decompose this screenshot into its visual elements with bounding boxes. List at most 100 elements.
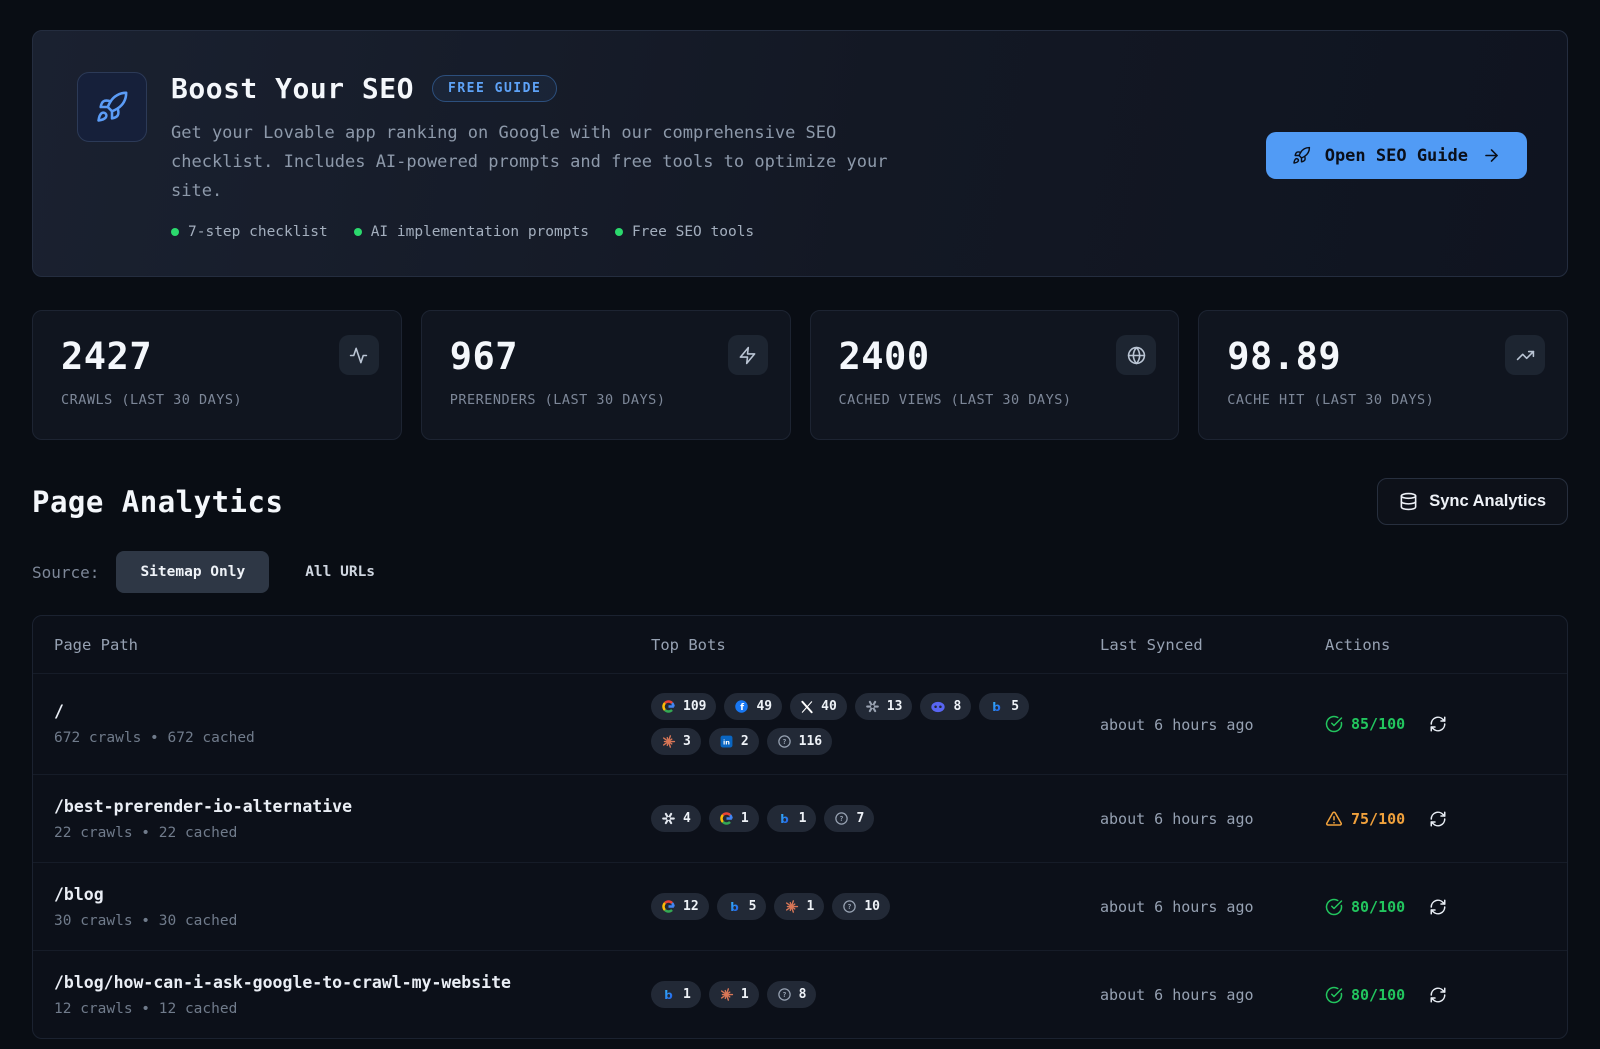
google-icon bbox=[661, 699, 676, 714]
rocket-icon bbox=[1292, 146, 1311, 165]
seo-guide-banner: Boost Your SEO FREE GUIDE Get your Lovab… bbox=[32, 30, 1568, 277]
bot-pill-google: 12 bbox=[651, 893, 709, 920]
bing-icon: b bbox=[989, 699, 1004, 714]
source-option-all-urls[interactable]: All URLs bbox=[281, 551, 399, 593]
bot-pill-bing: b 1 bbox=[767, 805, 817, 832]
claude-icon bbox=[719, 987, 734, 1002]
stat-label: PRERENDERS (LAST 30 DAYS) bbox=[450, 392, 768, 408]
last-synced-text: about 6 hours ago bbox=[1100, 986, 1254, 1004]
col-header-last-synced: Last Synced bbox=[1100, 636, 1325, 654]
bot-pill-google: 1 bbox=[709, 805, 759, 832]
bot-pill-claude: 3 bbox=[651, 728, 701, 755]
alert-triangle-icon bbox=[1325, 810, 1343, 828]
stat-label: CRAWLS (LAST 30 DAYS) bbox=[61, 392, 379, 408]
openai-light-icon bbox=[661, 811, 676, 826]
table-row[interactable]: /blog/how-can-i-ask-google-to-crawl-my-w… bbox=[33, 950, 1567, 1038]
green-dot-icon bbox=[615, 228, 623, 236]
stat-value: 98.89 bbox=[1227, 335, 1545, 378]
col-header-actions: Actions bbox=[1325, 636, 1567, 654]
last-synced-text: about 6 hours ago bbox=[1100, 810, 1254, 828]
bot-pill-x: 40 bbox=[790, 693, 847, 720]
bot-pill-bing: b 5 bbox=[979, 693, 1029, 720]
sync-analytics-label: Sync Analytics bbox=[1429, 492, 1546, 511]
open-seo-guide-label: Open SEO Guide bbox=[1325, 146, 1468, 166]
last-synced-text: about 6 hours ago bbox=[1100, 716, 1254, 734]
refresh-icon bbox=[1429, 715, 1447, 733]
banner-feature-list: 7-step checklist AI implementation promp… bbox=[171, 224, 916, 240]
crawl-stats: 12 crawls • 12 cached bbox=[54, 1001, 651, 1017]
svg-text:b: b bbox=[993, 700, 1002, 714]
bing-icon: b bbox=[661, 987, 676, 1002]
table-row[interactable]: /blog 30 crawls • 30 cached 12 b 5 1 ? 1… bbox=[33, 862, 1567, 950]
stat-label: CACHED VIEWS (LAST 30 DAYS) bbox=[839, 392, 1157, 408]
bot-pills: b 1 1 ? 8 bbox=[651, 981, 1081, 1008]
page-analytics-table: Page Path Top Bots Last Synced Actions /… bbox=[32, 615, 1568, 1039]
refresh-icon bbox=[1429, 986, 1447, 1004]
crawl-stats: 22 crawls • 22 cached bbox=[54, 825, 651, 841]
bot-pills: 12 b 5 1 ? 10 bbox=[651, 893, 1081, 920]
stat-value: 2400 bbox=[839, 335, 1157, 378]
banner-title: Boost Your SEO bbox=[171, 72, 414, 105]
page-path: / bbox=[54, 702, 651, 721]
page-analytics-title: Page Analytics bbox=[32, 485, 283, 519]
bot-pill-unknown: ? 7 bbox=[824, 805, 874, 832]
page-path: /blog/how-can-i-ask-google-to-crawl-my-w… bbox=[54, 973, 651, 992]
source-option-sitemap-only[interactable]: Sitemap Only bbox=[116, 551, 269, 593]
refresh-button[interactable] bbox=[1429, 898, 1447, 916]
green-dot-icon bbox=[354, 228, 362, 236]
table-row[interactable]: /best-prerender-io-alternative 22 crawls… bbox=[33, 774, 1567, 862]
svg-text:?: ? bbox=[782, 738, 786, 746]
col-header-top-bots: Top Bots bbox=[651, 636, 1100, 654]
source-label: Source: bbox=[32, 563, 99, 582]
svg-text:b: b bbox=[664, 988, 673, 1002]
svg-text:?: ? bbox=[848, 903, 852, 911]
check-circle-icon bbox=[1325, 986, 1343, 1004]
bing-icon: b bbox=[777, 811, 792, 826]
feature-item: 7-step checklist bbox=[171, 224, 328, 240]
x-icon bbox=[800, 700, 814, 714]
page-path: /best-prerender-io-alternative bbox=[54, 797, 651, 816]
zap-icon bbox=[728, 335, 768, 375]
table-row[interactable]: / 672 crawls • 672 cached 109 f 49 40 13… bbox=[33, 673, 1567, 774]
openai-icon bbox=[865, 699, 880, 714]
svg-text:?: ? bbox=[782, 991, 786, 999]
feature-item: Free SEO tools bbox=[615, 224, 754, 240]
seo-dashboard-page: Boost Your SEO FREE GUIDE Get your Lovab… bbox=[0, 30, 1600, 1039]
stat-label: CACHE HIT (LAST 30 DAYS) bbox=[1227, 392, 1545, 408]
feature-item: AI implementation prompts bbox=[354, 224, 589, 240]
col-header-page-path: Page Path bbox=[33, 636, 651, 654]
svg-text:?: ? bbox=[840, 815, 844, 823]
crawl-stats: 30 crawls • 30 cached bbox=[54, 913, 651, 929]
bot-pills: 4 1 b 1 ? 7 bbox=[651, 805, 1081, 832]
table-header-row: Page Path Top Bots Last Synced Actions bbox=[33, 616, 1567, 673]
bot-pill-claude: 1 bbox=[774, 893, 824, 920]
stat-value: 2427 bbox=[61, 335, 379, 378]
discord-icon bbox=[930, 699, 946, 715]
bot-pill-bing: b 1 bbox=[651, 981, 701, 1008]
svg-text:in: in bbox=[723, 738, 730, 746]
bot-pill-linkedin: in 2 bbox=[709, 728, 759, 755]
bot-pill-unknown: ? 8 bbox=[767, 981, 817, 1008]
last-synced-text: about 6 hours ago bbox=[1100, 898, 1254, 916]
bot-pill-openai: 13 bbox=[855, 693, 913, 720]
bot-pill-unknown: ? 116 bbox=[767, 728, 832, 755]
bot-pill-google: 109 bbox=[651, 693, 716, 720]
refresh-button[interactable] bbox=[1429, 715, 1447, 733]
activity-icon bbox=[339, 335, 379, 375]
sync-analytics-button[interactable]: Sync Analytics bbox=[1377, 478, 1568, 525]
svg-text:b: b bbox=[780, 812, 789, 826]
seo-score: 80/100 bbox=[1325, 986, 1405, 1004]
bot-pill-unknown: ? 10 bbox=[832, 893, 890, 920]
bing-icon: b bbox=[727, 899, 742, 914]
globe-icon bbox=[1116, 335, 1156, 375]
claude-icon bbox=[784, 899, 799, 914]
refresh-button[interactable] bbox=[1429, 986, 1447, 1004]
seo-score: 85/100 bbox=[1325, 715, 1405, 733]
refresh-icon bbox=[1429, 810, 1447, 828]
crawl-stats: 672 crawls • 672 cached bbox=[54, 730, 651, 746]
open-seo-guide-button[interactable]: Open SEO Guide bbox=[1266, 132, 1527, 179]
database-icon bbox=[1399, 492, 1418, 511]
refresh-icon bbox=[1429, 898, 1447, 916]
refresh-button[interactable] bbox=[1429, 810, 1447, 828]
svg-text:f: f bbox=[741, 703, 745, 713]
